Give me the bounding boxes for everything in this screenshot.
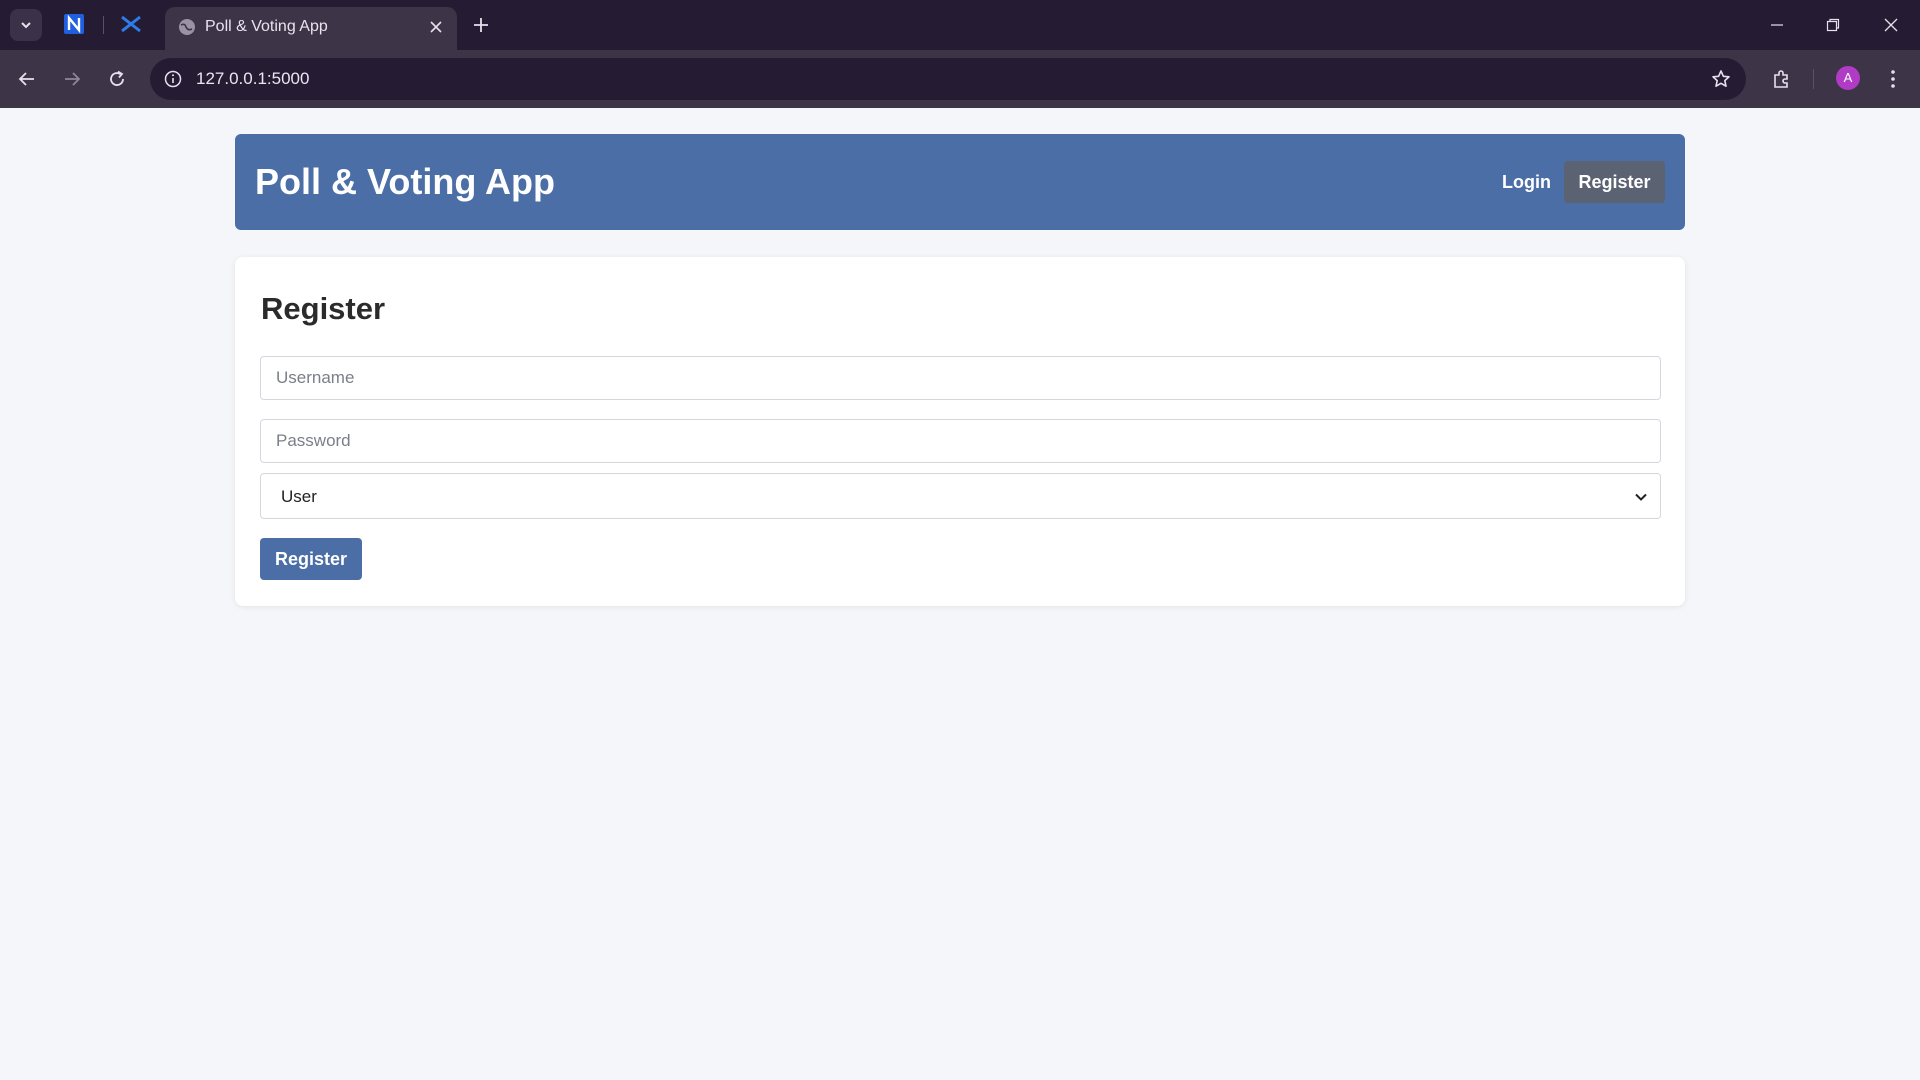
browser-tab-bar: Poll & Voting App [0, 0, 1920, 50]
toolbar-divider [1813, 69, 1814, 89]
back-icon [18, 72, 34, 86]
restore-icon [1826, 18, 1840, 32]
password-input[interactable] [260, 419, 1661, 463]
minimize-button[interactable] [1757, 10, 1797, 40]
role-select-value: User [281, 487, 317, 506]
more-icon [1891, 70, 1895, 88]
close-icon [430, 21, 442, 33]
url-text[interactable]: 127.0.0.1:5000 [196, 69, 309, 89]
new-tab-button[interactable] [468, 12, 494, 38]
info-icon [164, 70, 182, 88]
tab-title: Poll & Voting App [205, 18, 328, 35]
browser-toolbar: 127.0.0.1:5000 A [0, 50, 1920, 108]
star-icon [1712, 70, 1730, 87]
site-info-button[interactable] [162, 68, 184, 90]
extensions-icon [1774, 70, 1788, 88]
tab-close-button[interactable] [425, 16, 447, 38]
pinned-app-icon [64, 14, 84, 34]
pinned-app-icon [121, 15, 141, 33]
pinned-tab-x[interactable] [119, 12, 143, 36]
chevron-down-icon [1632, 488, 1650, 506]
browser-menu-button[interactable] [1878, 64, 1908, 94]
chevron-down-icon [21, 22, 31, 29]
role-select[interactable]: User [260, 473, 1661, 519]
reload-icon [110, 70, 124, 86]
window-close-button[interactable] [1871, 10, 1911, 40]
page-viewport: Poll & Voting App Login Register Registe… [0, 108, 1920, 1078]
restore-button[interactable] [1813, 10, 1853, 40]
pinned-tab-n[interactable] [62, 12, 86, 36]
nav-register-link[interactable]: Register [1564, 161, 1665, 203]
back-button[interactable] [12, 64, 42, 94]
tab-divider [103, 16, 104, 34]
close-icon [1884, 18, 1898, 32]
register-submit-button[interactable]: Register [260, 538, 362, 580]
tab-search-button[interactable] [10, 9, 42, 41]
bookmark-button[interactable] [1710, 68, 1732, 90]
forward-button[interactable] [57, 64, 87, 94]
app-brand[interactable]: Poll & Voting App [255, 162, 555, 202]
app-header: Poll & Voting App Login Register [235, 134, 1685, 230]
register-card: Register User Register [235, 257, 1685, 606]
profile-avatar[interactable]: A [1836, 66, 1860, 90]
minimize-icon [1771, 24, 1783, 26]
reload-button[interactable] [102, 64, 132, 94]
username-input[interactable] [260, 356, 1661, 400]
extensions-button[interactable] [1766, 64, 1796, 94]
forward-icon [65, 72, 81, 86]
form-title: Register [261, 291, 386, 326]
nav-login-link[interactable]: Login [1488, 162, 1565, 202]
address-bar[interactable]: 127.0.0.1:5000 [150, 58, 1746, 100]
globe-icon [179, 19, 195, 35]
active-tab[interactable]: Poll & Voting App [165, 7, 457, 50]
plus-icon [474, 18, 488, 32]
